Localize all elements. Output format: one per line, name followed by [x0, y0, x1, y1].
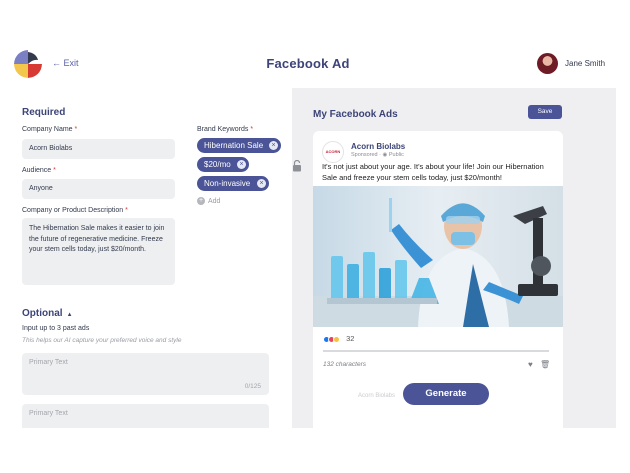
keyword-tag[interactable]: Hibernation Sale ×	[197, 138, 281, 153]
character-count: 132 characters	[323, 361, 366, 368]
description-label: Company or Product Description *	[22, 207, 128, 214]
required-mark: *	[74, 126, 78, 133]
required-section-title: Required	[22, 107, 66, 118]
card-divider	[323, 350, 549, 352]
preview-title: My Facebook Ads	[313, 109, 398, 120]
trash-icon[interactable]: 🗑	[540, 360, 550, 369]
lab-scientist-image	[313, 186, 563, 327]
optional-section-toggle[interactable]: Optional ▲	[22, 308, 73, 319]
close-icon[interactable]: ×	[257, 179, 266, 188]
caret-up-icon: ▲	[66, 312, 73, 318]
char-count: 0/125	[244, 383, 261, 390]
ad-form: Required Company Name * Acorn Biolabs Au…	[0, 88, 292, 428]
save-button[interactable]: Save	[528, 105, 562, 119]
app-header: ← Exit Facebook Ad Jane Smith	[0, 0, 630, 88]
avatar[interactable]	[537, 53, 558, 74]
generate-button[interactable]: Generate	[403, 383, 489, 405]
reaction-count: 32	[346, 334, 355, 343]
wow-reaction-icon	[333, 335, 340, 343]
optional-subtitle: Input up to 3 past ads	[22, 325, 90, 332]
audience-field[interactable]: Anyone	[22, 179, 175, 199]
optional-hint: This helps our AI capture your preferred…	[22, 337, 182, 344]
add-keyword-button[interactable]: + Add	[197, 197, 220, 205]
page-title: Facebook Ad	[266, 56, 350, 71]
sponsored-label: Sponsored · ◉ Public	[351, 152, 404, 158]
preview-panel: My Facebook Ads Save ACORN Acorn Biolabs…	[292, 88, 616, 428]
past-ad-2-field[interactable]: Primary Text	[22, 404, 269, 428]
ad-image	[313, 186, 563, 327]
audience-label: Audience *	[22, 167, 56, 174]
keyword-tag[interactable]: Non-invasive ×	[197, 176, 269, 191]
close-icon[interactable]: ×	[269, 141, 278, 150]
card-actions: ♥ 🗑	[528, 360, 550, 369]
past-ad-1-field[interactable]: Primary Text 0/125	[22, 353, 269, 395]
reactions-bar[interactable]: 32	[323, 334, 354, 343]
globe-icon: ◉	[382, 152, 388, 158]
description-field[interactable]: The Hibernation Sale makes it easier to …	[22, 218, 175, 285]
heart-icon[interactable]: ♥	[528, 360, 533, 369]
required-mark: *	[53, 167, 56, 174]
plus-icon: +	[197, 197, 205, 205]
next-ad-brand: Acorn Biolabs	[358, 393, 396, 399]
company-name-label: Company Name *	[22, 126, 78, 133]
close-icon[interactable]: ×	[237, 160, 246, 169]
unlock-icon[interactable]	[292, 160, 302, 172]
keyword-tag[interactable]: $20/mo ×	[197, 157, 249, 172]
brand-logo: ACORN	[322, 141, 344, 163]
ad-primary-text: It's not just about your age. It's about…	[322, 162, 544, 182]
brand-keywords-label: Brand Keywords *	[197, 126, 254, 133]
required-mark: *	[125, 207, 128, 214]
user-name: Jane Smith	[565, 59, 606, 68]
ad-brand-name: Acorn Biolabs	[351, 142, 406, 151]
company-name-field[interactable]: Acorn Biolabs	[22, 139, 175, 159]
required-mark: *	[250, 126, 254, 133]
